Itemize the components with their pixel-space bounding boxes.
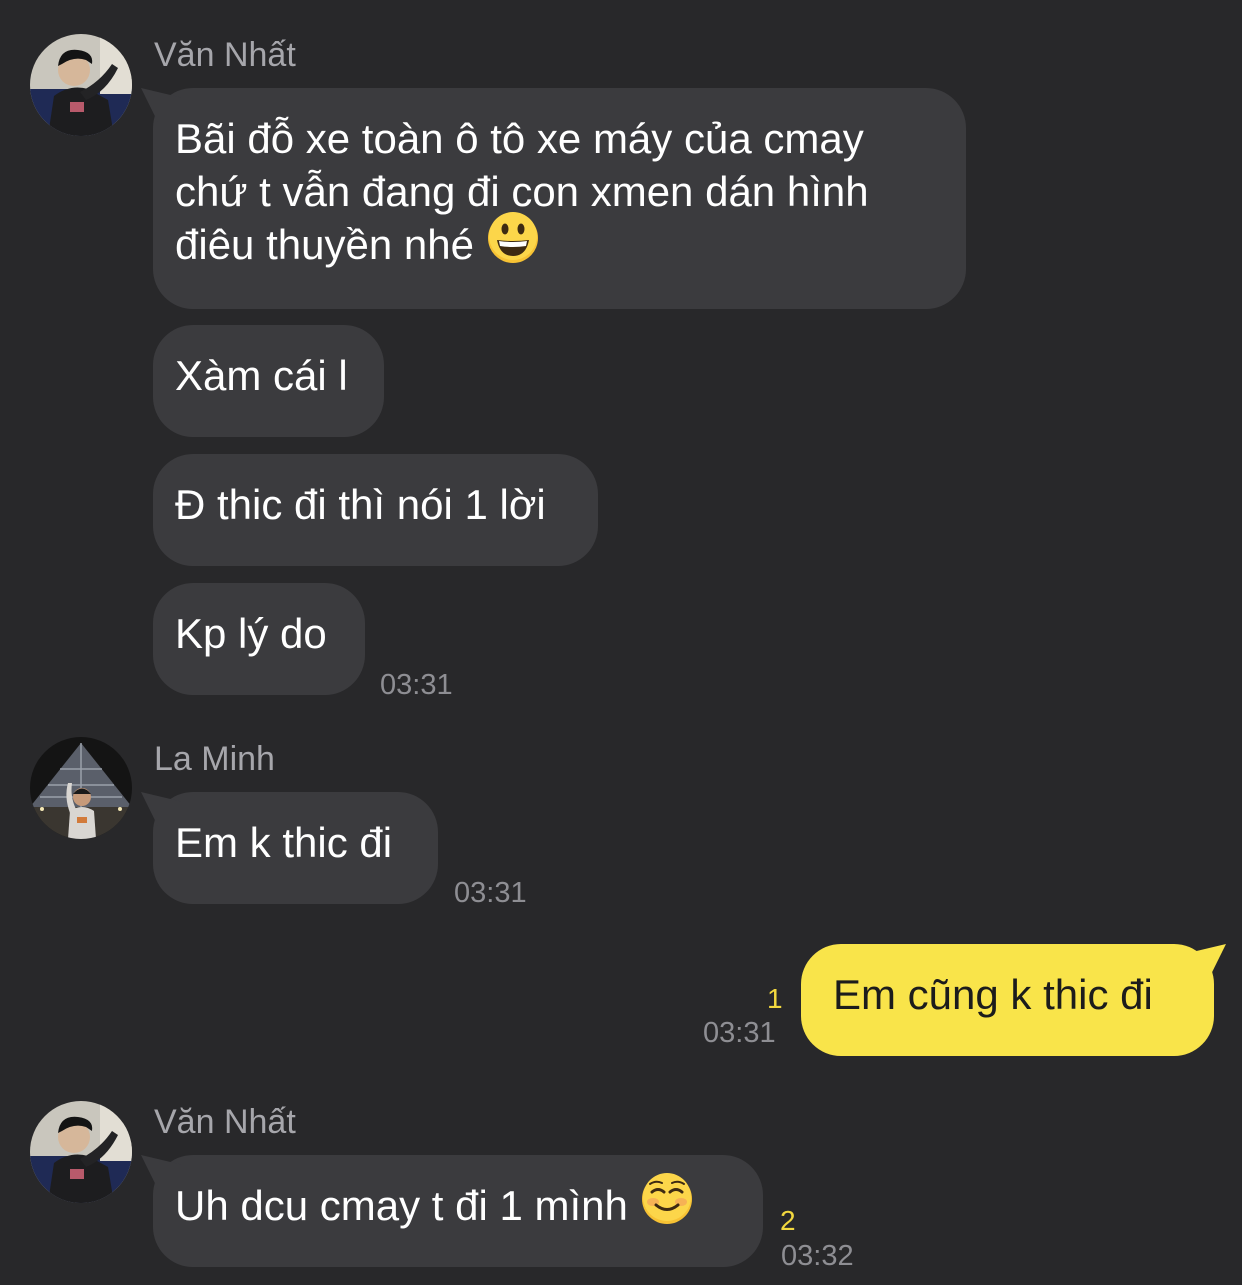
message-line: điêu thuyền nhé: [175, 211, 944, 277]
message-bubble[interactable]: Uh dcu cmay t đi 1 mình: [153, 1155, 763, 1267]
message-text: Uh dcu cmay t đi 1 mình: [175, 1182, 628, 1229]
sender-name: La Minh: [154, 740, 275, 778]
grinning-face-emoji-icon: [486, 211, 540, 277]
message-bubble[interactable]: Bãi đỗ xe toàn ô tô xe máy của cmay chứ …: [153, 88, 966, 309]
sender-name: Văn Nhất: [154, 1103, 296, 1141]
message-text: Em k thic đi: [175, 819, 393, 866]
unread-count: 2: [780, 1205, 796, 1236]
avatar-van-nhat[interactable]: [30, 1101, 132, 1203]
message-text: điêu thuyền nhé: [175, 221, 474, 268]
message-bubble[interactable]: Em k thic đi: [153, 792, 438, 904]
message-line: Bãi đỗ xe toàn ô tô xe máy của cmay: [175, 115, 864, 162]
avatar-van-nhat[interactable]: [30, 34, 132, 136]
message-timestamp: 03:31: [703, 1017, 776, 1049]
profile-photo-icon: [30, 34, 132, 136]
message-text: Đ thic đi thì nói 1 lời: [175, 481, 546, 528]
message-text: Kp lý do: [175, 610, 327, 657]
profile-photo-icon: [30, 1101, 132, 1203]
message-timestamp: 03:31: [454, 877, 527, 909]
message-line: chứ t vẫn đang đi con xmen dán hình: [175, 168, 869, 215]
message-text: Xàm cái l: [175, 352, 348, 399]
message-text: Em cũng k thic đi: [833, 971, 1153, 1018]
message-bubble[interactable]: Xàm cái l: [153, 325, 384, 437]
outgoing-message-bubble[interactable]: Em cũng k thic đi: [801, 944, 1214, 1056]
message-bubble[interactable]: Kp lý do: [153, 583, 365, 695]
avatar-la-minh[interactable]: [30, 737, 132, 839]
message-bubble[interactable]: Đ thic đi thì nói 1 lời: [153, 454, 598, 566]
message-timestamp: 03:31: [380, 669, 453, 701]
profile-photo-icon: [30, 737, 132, 839]
unread-count: 1: [767, 983, 783, 1014]
sender-name: Văn Nhất: [154, 36, 296, 74]
smiling-face-emoji-icon: [640, 1172, 694, 1238]
message-timestamp: 03:32: [781, 1240, 854, 1272]
